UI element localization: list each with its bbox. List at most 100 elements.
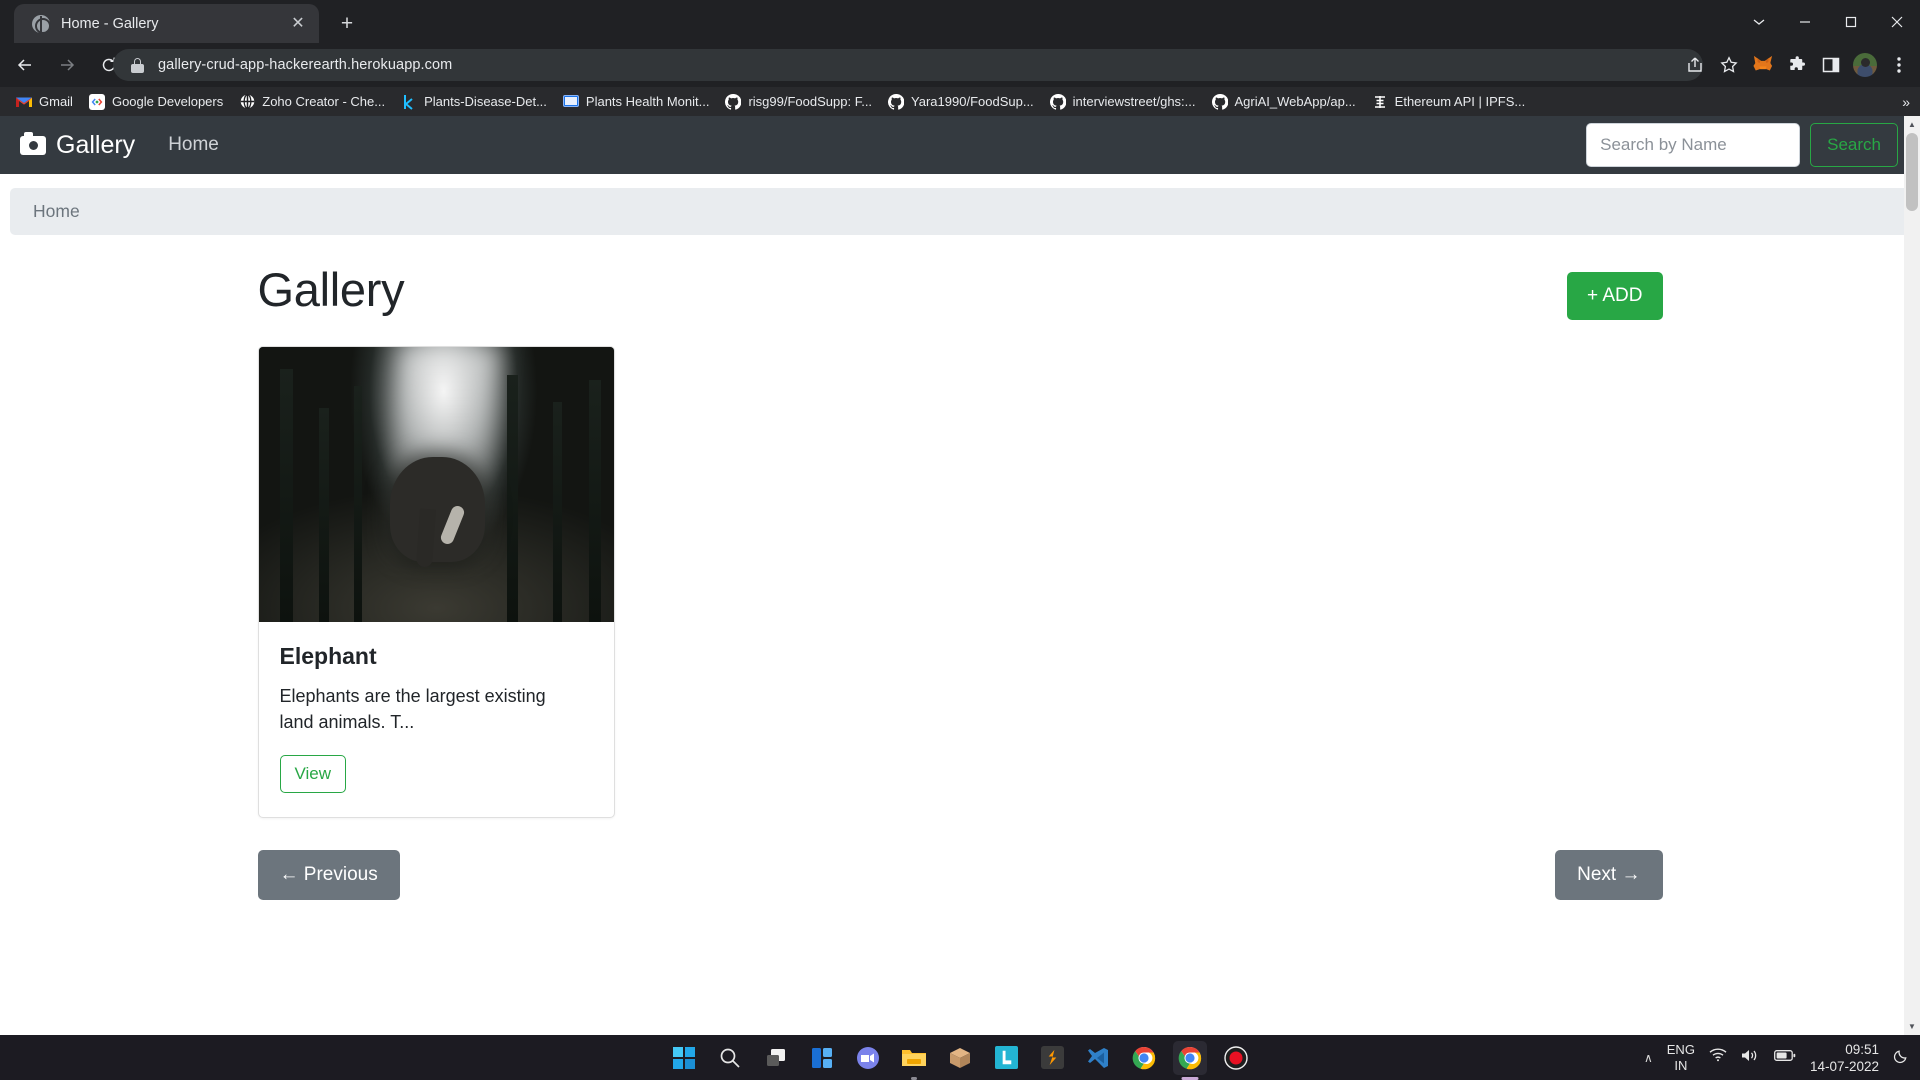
back-icon[interactable]: [8, 48, 42, 82]
sidepanel-icon[interactable]: [1814, 48, 1848, 82]
page-header-row: Gallery + ADD: [258, 262, 1663, 320]
language-line1: ENG: [1666, 1041, 1695, 1057]
globe-icon: [239, 94, 255, 110]
tray-overflow-icon[interactable]: ∧: [1644, 1051, 1653, 1065]
bookmark-label: Plants-Disease-Det...: [424, 94, 547, 109]
bookmark-gmail[interactable]: Gmail: [8, 90, 81, 114]
forward-icon: [50, 48, 84, 82]
camera-icon: [20, 131, 46, 155]
scrollbar-thumb[interactable]: [1906, 133, 1918, 211]
maximize-icon[interactable]: [1828, 0, 1874, 43]
github-icon: [1211, 93, 1228, 110]
sublime-text-icon[interactable]: [1035, 1041, 1069, 1075]
page-scrollbar[interactable]: ▲ ▼: [1904, 116, 1920, 1035]
google-developers-icon: [88, 93, 105, 110]
browser-tab[interactable]: Home - Gallery ✕: [14, 4, 319, 43]
bookmark-label: Ethereum API | IPFS...: [1394, 94, 1526, 109]
bookmark-label: risg99/FoodSupp: F...: [748, 94, 873, 109]
search-input[interactable]: [1586, 123, 1801, 167]
file-explorer-icon[interactable]: [897, 1041, 931, 1080]
infura-icon: [1372, 94, 1388, 110]
kaggle-icon: [401, 94, 417, 110]
gallery-card[interactable]: Elephant Elephants are the largest exist…: [257, 346, 615, 818]
site-navbar: Gallery Home Search: [0, 116, 1920, 174]
microsoft-teams-icon[interactable]: [851, 1041, 885, 1075]
kebab-menu-icon[interactable]: [1882, 48, 1916, 82]
next-button[interactable]: Next →: [1555, 849, 1663, 900]
widgets-icon[interactable]: [805, 1041, 839, 1075]
battery-icon[interactable]: [1773, 1049, 1796, 1067]
github-icon: [888, 93, 905, 110]
view-button[interactable]: View: [279, 754, 347, 793]
windows-taskbar: ∧ ENG IN 09:51 14-07-2022: [0, 1035, 1920, 1080]
card-body: Elephant Elephants are the largest exist…: [259, 622, 614, 817]
chevron-down-icon[interactable]: [1736, 0, 1782, 43]
browser-titlebar: Home - Gallery ✕ +: [0, 0, 1920, 43]
window-controls: [1736, 0, 1920, 43]
bookmark-interviewstreet-ghs[interactable]: interviewstreet/ghs:...: [1042, 90, 1204, 114]
box-package-icon[interactable]: [943, 1041, 977, 1075]
bookmark-plants-disease-det[interactable]: Plants-Disease-Det...: [393, 90, 555, 114]
bookmark-ethereum-api-ipfs[interactable]: Ethereum API | IPFS...: [1364, 90, 1534, 114]
moon-icon[interactable]: [1893, 1047, 1910, 1069]
card-text: Elephants are the largest existing land …: [279, 686, 546, 732]
tab-title: Home - Gallery: [61, 15, 159, 32]
search-icon[interactable]: [713, 1041, 747, 1075]
bookmark-google-developers[interactable]: Google Developers: [81, 90, 231, 114]
bookmark-label: interviewstreet/ghs:...: [1072, 94, 1196, 109]
card-image-elephant: [258, 347, 614, 622]
bookmark-label: AgriAI_WebApp/ap...: [1234, 94, 1356, 109]
bookmark-label: Google Developers: [111, 94, 224, 109]
lumion-icon[interactable]: [989, 1041, 1023, 1075]
bookmark-risg99-foodsupp[interactable]: risg99/FoodSupp: F...: [717, 90, 880, 114]
profile-avatar[interactable]: [1848, 48, 1882, 82]
github-icon: [1049, 93, 1066, 110]
google-chrome-active-icon[interactable]: [1173, 1040, 1207, 1080]
browser-toolbar: gallery-crud-app-hackerearth.herokuapp.c…: [0, 43, 1920, 87]
github-icon: [725, 93, 742, 110]
bookmark-plants-health-monit[interactable]: Plants Health Monit...: [555, 90, 718, 114]
new-tab-button[interactable]: +: [333, 10, 361, 38]
bookmark-zoho-creator[interactable]: Zoho Creator - Che...: [231, 90, 393, 114]
web-page-content: Gallery Home Search Home Gallery + ADD: [0, 116, 1920, 1035]
navbar-search-form: Search: [1586, 123, 1898, 167]
add-button[interactable]: + ADD: [1567, 272, 1663, 320]
google-chrome-icon[interactable]: [1127, 1041, 1161, 1075]
bookmark-label: Gmail: [39, 94, 73, 109]
breadcrumb: Home: [10, 188, 1910, 235]
close-window-icon[interactable]: [1874, 0, 1920, 43]
minimize-icon[interactable]: [1782, 0, 1828, 43]
breadcrumb-item-home[interactable]: Home: [33, 201, 80, 222]
screen-recorder-icon[interactable]: [1219, 1041, 1253, 1075]
star-icon[interactable]: [1712, 48, 1746, 82]
bookmark-label: Yara1990/FoodSup...: [911, 94, 1034, 109]
main-container: Gallery + ADD Elephant Elephants are the…: [257, 235, 1663, 900]
lock-icon: [131, 57, 144, 73]
bookmarks-bar: Gmail Google Developers Zoho Creator - C…: [0, 87, 1920, 116]
site-brand[interactable]: Gallery: [20, 131, 135, 160]
toolbar-right-icons: [1678, 48, 1916, 82]
language-indicator[interactable]: ENG IN: [1667, 1042, 1695, 1074]
extensions-puzzle-icon[interactable]: [1780, 48, 1814, 82]
screen-icon: [562, 94, 579, 110]
clock-time: 09:51: [1845, 1041, 1879, 1057]
nav-link-home[interactable]: Home: [168, 134, 219, 156]
metamask-fox-icon[interactable]: [1746, 48, 1780, 82]
scroll-up-icon[interactable]: ▲: [1904, 116, 1920, 133]
previous-button[interactable]: ← Previous: [257, 849, 400, 900]
wifi-icon[interactable]: [1709, 1048, 1727, 1067]
start-windows-icon[interactable]: [667, 1041, 701, 1075]
bookmark-agriai-webapp[interactable]: AgriAI_WebApp/ap...: [1204, 90, 1364, 114]
visual-studio-code-icon[interactable]: [1081, 1041, 1115, 1075]
bookmarks-overflow-icon[interactable]: »: [1902, 94, 1910, 110]
page-title: Gallery: [257, 263, 405, 316]
volume-icon[interactable]: [1741, 1048, 1760, 1068]
task-view-icon[interactable]: [759, 1041, 793, 1075]
clock[interactable]: 09:51 14-07-2022: [1810, 1041, 1879, 1075]
close-icon[interactable]: ✕: [287, 13, 309, 35]
scroll-down-icon[interactable]: ▼: [1904, 1018, 1920, 1035]
address-bar[interactable]: gallery-crud-app-hackerearth.herokuapp.c…: [113, 49, 1703, 81]
bookmark-yara1990-foodsup[interactable]: Yara1990/FoodSup...: [880, 90, 1042, 114]
share-icon[interactable]: [1678, 48, 1712, 82]
search-button[interactable]: Search: [1810, 123, 1898, 167]
